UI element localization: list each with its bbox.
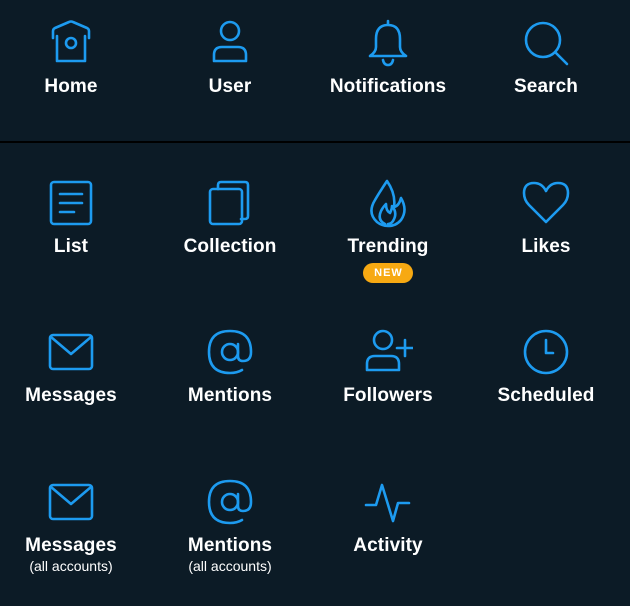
followers-label: Followers xyxy=(343,385,433,406)
mentions-all-accounts-button[interactable]: Mentions (all accounts) xyxy=(151,477,309,575)
home-button[interactable]: Home xyxy=(0,18,150,98)
mentions-button[interactable]: Mentions xyxy=(151,327,309,407)
user-button[interactable]: User xyxy=(151,18,309,98)
list-icon xyxy=(46,178,96,228)
envelope-icon xyxy=(46,327,96,377)
bell-icon xyxy=(363,18,413,68)
search-label: Search xyxy=(514,76,578,97)
messages-all-accounts-button[interactable]: Messages (all accounts) xyxy=(0,477,150,575)
collection-label: Collection xyxy=(183,236,277,257)
envelope-icon xyxy=(46,477,96,527)
notifications-label: Notifications xyxy=(329,76,447,97)
collection-button[interactable]: Collection xyxy=(151,178,309,258)
trending-label: Trending xyxy=(347,236,429,257)
mentions-all-accounts-label: Mentions xyxy=(187,535,273,556)
notifications-button[interactable]: Notifications xyxy=(309,18,467,98)
heart-icon xyxy=(521,178,571,228)
followers-button[interactable]: Followers xyxy=(309,327,467,407)
messages-label: Messages xyxy=(25,385,117,406)
likes-button[interactable]: Likes xyxy=(467,178,625,258)
scheduled-label: Scheduled xyxy=(497,385,595,406)
likes-label: Likes xyxy=(521,236,571,257)
trending-button[interactable]: Trending NEW xyxy=(309,178,467,283)
list-button[interactable]: List xyxy=(0,178,150,258)
mentions-all-accounts-sublabel: (all accounts) xyxy=(188,558,272,574)
home-label: Home xyxy=(44,76,98,97)
flame-icon xyxy=(363,178,413,228)
collection-icon xyxy=(205,178,255,228)
add-user-icon xyxy=(363,327,413,377)
section-divider xyxy=(0,141,630,143)
top-navigation: Home User Notifications Search xyxy=(0,0,630,141)
home-icon xyxy=(46,18,96,68)
user-label: User xyxy=(208,76,252,97)
search-button[interactable]: Search xyxy=(467,18,625,98)
at-icon xyxy=(205,477,255,527)
messages-all-accounts-sublabel: (all accounts) xyxy=(29,558,113,574)
activity-button[interactable]: Activity xyxy=(309,477,467,557)
activity-icon xyxy=(363,477,413,527)
activity-label: Activity xyxy=(353,535,423,556)
search-icon xyxy=(521,18,571,68)
mentions-label: Mentions xyxy=(187,385,273,406)
clock-icon xyxy=(521,327,571,377)
messages-button[interactable]: Messages xyxy=(0,327,150,407)
scheduled-button[interactable]: Scheduled xyxy=(467,327,625,407)
at-icon xyxy=(205,327,255,377)
list-label: List xyxy=(53,236,89,257)
user-icon xyxy=(205,18,255,68)
new-badge: NEW xyxy=(363,263,413,283)
messages-all-accounts-label: Messages xyxy=(25,535,117,556)
